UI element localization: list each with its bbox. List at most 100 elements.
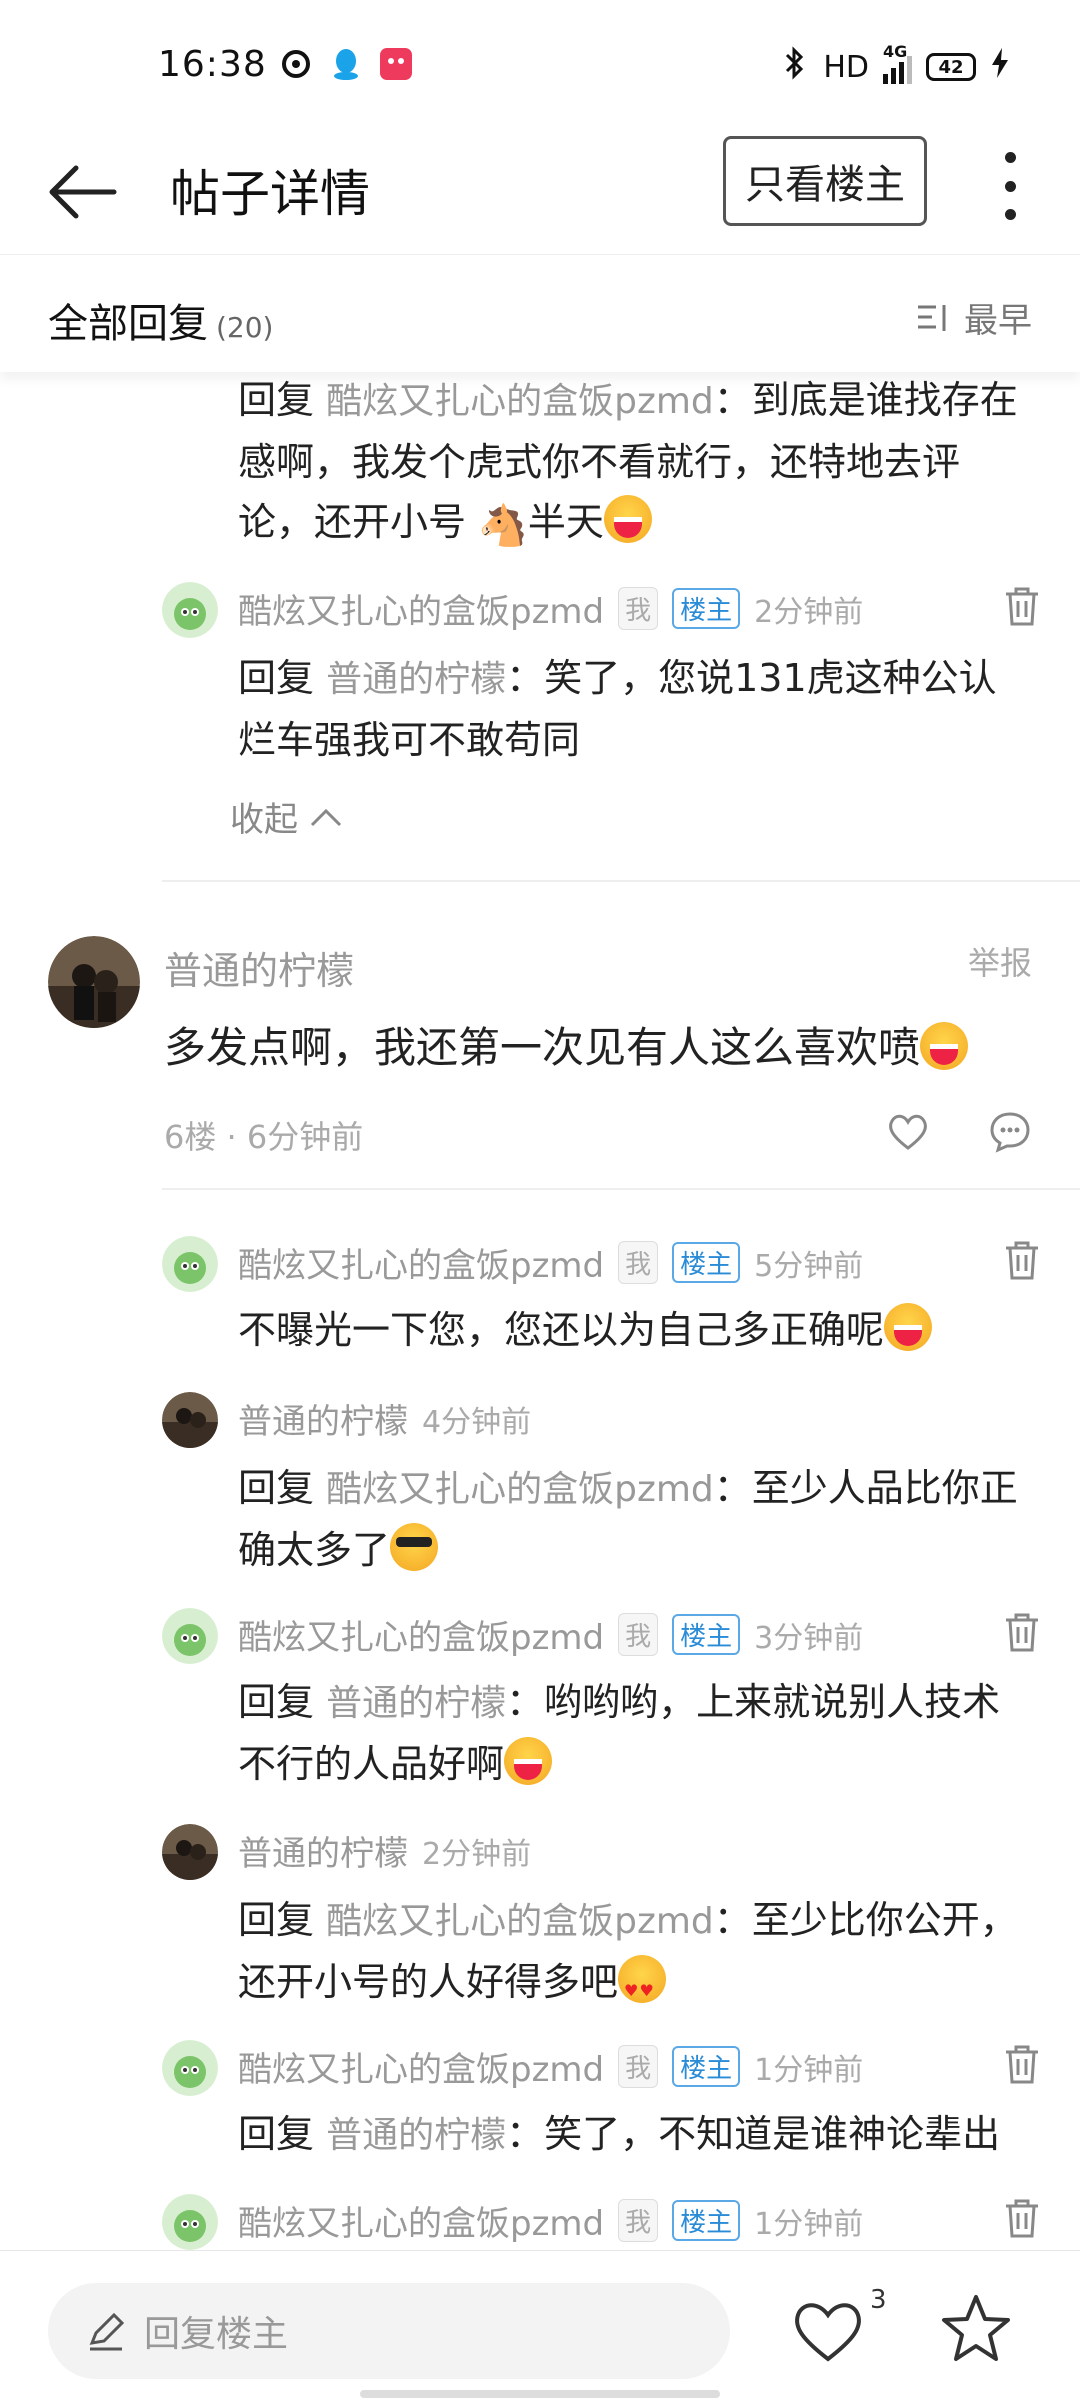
timestamp: 2分钟前 [422,1836,532,1872]
delete-button[interactable] [1000,2196,1044,2240]
signal-icon: 4G [883,42,912,84]
op-badge: 楼主 [672,2046,741,2087]
delete-button[interactable] [1000,2042,1044,2086]
me-badge: 我 [618,2045,659,2088]
sort-icon [918,304,946,331]
sub-reply-header: 酷炫又扎心的盒饭pzmd 我 楼主 5分钟前 [238,1238,863,1287]
me-badge: 我 [618,587,659,630]
avatar[interactable] [48,936,140,1028]
reply-text-part: 不曝光一下您，您还以为自己多正确呢 [238,1308,885,1352]
delete-button[interactable] [1000,1238,1044,1282]
reply-input[interactable]: 回复楼主 [48,2283,730,2379]
reply-to-name[interactable]: 普通的柠檬 [326,1683,506,1724]
collapse-button[interactable]: 收起 [230,792,344,841]
heart-icon [889,1114,927,1150]
user-name[interactable]: 普通的柠檬 [238,1394,408,1443]
page-title: 帖子详情 [170,165,370,223]
all-replies-label: 全部回复 (20) [48,291,273,349]
user-name[interactable]: 酷炫又扎心的盒饭pzmd [238,2042,604,2091]
like-button[interactable] [886,1110,930,1154]
reply-prefix: 回复 [238,656,315,700]
heart-icon [795,2303,861,2362]
reply-to-name[interactable]: 酷炫又扎心的盒饭pzmd [326,1901,714,1942]
reply-count: (20) [216,311,274,344]
reply-placeholder: 回复楼主 [144,2314,289,2355]
timestamp: 1分钟前 [754,2052,864,2088]
chevron-up-icon [310,808,342,826]
arrow-left-icon [49,165,117,219]
status-right: HD 4G 42 [781,42,1010,88]
only-op-button[interactable]: 只看楼主 [723,136,927,226]
delete-button[interactable] [1000,584,1044,628]
grin-emoji-icon [504,1737,553,1785]
comment-button[interactable] [988,1110,1032,1154]
bluetooth-icon [781,46,809,88]
bottom-action-bar: 回复楼主 3 [0,2250,1080,2400]
favorite-button[interactable] [938,2291,1014,2367]
user-name[interactable]: 酷炫又扎心的盒饭pzmd [238,1238,604,1287]
op-badge: 楼主 [672,1614,741,1655]
delete-button[interactable] [1000,1610,1044,1654]
like-post-button[interactable] [790,2295,866,2365]
avatar[interactable] [162,582,218,638]
comment-icon [990,1112,1030,1153]
reply-text-part: 感啊，我发个虎式你不看就行，还特地去评 [238,440,961,484]
user-name[interactable]: 酷炫又扎心的盒饭pzmd [238,1610,604,1659]
avatar[interactable] [162,1608,218,1664]
avatar[interactable] [162,2194,218,2250]
trash-icon [1006,2045,1038,2084]
sub-reply-header: 酷炫又扎心的盒饭pzmd 我 楼主 3分钟前 [238,1610,863,1659]
trash-icon [1006,1613,1038,1652]
user-name[interactable]: 普通的柠檬 [238,1826,408,1875]
netease-icon [278,46,314,82]
sub-reply-header: 酷炫又扎心的盒饭pzmd 我 楼主 2分钟前 [238,584,863,633]
reply-text-part: ：到底是谁找存在 [713,378,1018,422]
reply-to-name[interactable]: 酷炫又扎心的盒饭pzmd [326,381,714,422]
reply-prefix: 回复 [238,2112,315,2156]
reply-to-name[interactable]: 酷炫又扎心的盒饭pzmd [326,1469,714,1510]
avatar[interactable] [162,2040,218,2096]
sub-reply-text: 不曝光一下您，您还以为自己多正确呢 [238,1300,1038,1360]
reply-to-name[interactable]: 普通的柠檬 [326,2115,506,2156]
trash-icon [1006,587,1038,626]
timestamp: 4分钟前 [422,1404,532,1440]
comment-text: 多发点啊，我还第一次见有人这么喜欢喷 [164,1018,969,1078]
sub-reply-text: 回复 普通的柠檬：笑了，您说131虎这种公认 烂车强我可不敢苟同 [238,648,1038,770]
reply-prefix: 回复 [238,378,315,422]
reply-text-part: 不行的人品好啊 [238,1742,505,1786]
timestamp: 1分钟前 [754,2206,864,2242]
cool-emoji-icon [390,1523,439,1571]
sort-button[interactable]: 最早 [916,293,1032,342]
report-button[interactable]: 举报 [968,938,1032,984]
more-options-button[interactable] [990,148,1030,224]
user-name[interactable]: 普通的柠檬 [164,940,354,995]
reply-text-part: 确太多了 [238,1528,391,1572]
dot-icon [1004,152,1016,163]
user-name[interactable]: 酷炫又扎心的盒饭pzmd [238,2196,604,2245]
user-name[interactable]: 酷炫又扎心的盒饭pzmd [238,584,604,633]
reply-prefix: 回复 [238,1680,315,1724]
op-badge: 楼主 [672,588,741,629]
hd-label: HD [823,49,869,85]
reply-to-name[interactable]: 普通的柠檬 [326,659,506,700]
divider [162,880,1080,882]
comment-body: 多发点啊，我还第一次见有人这么喜欢喷 [164,1023,921,1072]
reply-text-part: ：哟哟哟，上来就说别人技术 [506,1680,1001,1724]
sub-reply-header: 酷炫又扎心的盒饭pzmd 我 楼主 1分钟前 [238,2196,863,2245]
reply-prefix: 回复 [238,1898,315,1942]
grin-emoji-icon [603,495,652,543]
sub-reply-text: 回复 酷炫又扎心的盒饭pzmd：到底是谁找存在 感啊，我发个虎式你不看就行，还特… [238,372,1038,556]
avatar[interactable] [162,1392,218,1448]
reply-text-part: 烂车强我可不敢苟同 [238,718,581,762]
replies-bar: 全部回复 (20) 最早 [0,254,1080,372]
sub-reply-text: 回复 普通的柠檬：笑了，不知道是谁神论辈出 [238,2104,1038,2166]
avatar[interactable] [162,1236,218,1292]
dot-icon [1004,209,1016,220]
me-badge: 我 [618,2199,659,2242]
back-button[interactable] [44,152,124,232]
sort-label: 最早 [964,301,1032,341]
all-replies-text: 全部回复 [48,301,208,347]
qq-icon [328,46,364,82]
avatar[interactable] [162,1824,218,1880]
grin-emoji-icon [884,1303,933,1351]
